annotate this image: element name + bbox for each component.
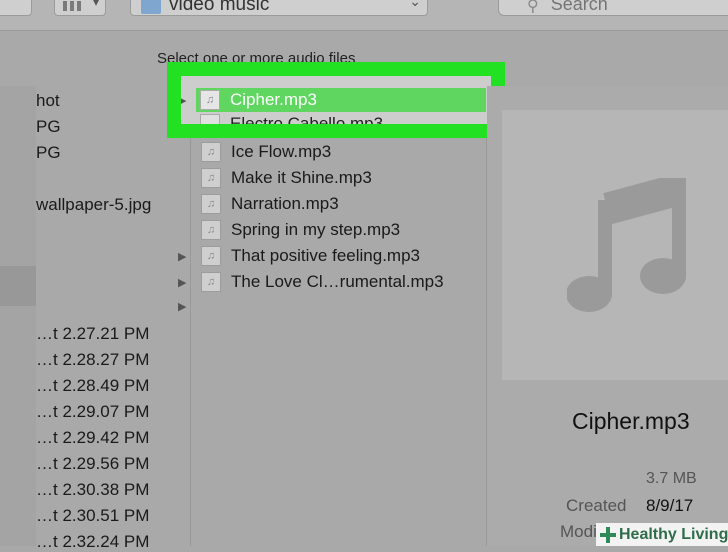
file-name: Make it Shine.mp3 [231, 168, 372, 187]
file-name: That positive feeling.mp3 [231, 246, 420, 265]
audio-file-icon: ♫ [201, 168, 221, 188]
audio-file-icon: ♫ [201, 194, 221, 214]
created-value: 8/9/17 [646, 496, 694, 515]
expand-arrow-icon[interactable]: ▶ [178, 250, 186, 263]
audio-file-icon: ♫ [201, 246, 221, 266]
chevron-updown-icon: ⌄ [409, 0, 421, 9]
file-row[interactable]: ▶ ♫ That positive feeling.mp3 [178, 244, 486, 268]
modified-label: Modi [560, 522, 597, 541]
watermark: Healthy Living [596, 523, 728, 546]
grid-view-icon [63, 1, 81, 11]
back-button[interactable] [0, 0, 32, 16]
list-item[interactable]: wallpaper-5.jpg [36, 195, 151, 215]
sidebar-selected-item[interactable] [0, 266, 36, 306]
list-item[interactable]: …t 2.30.51 PM [36, 506, 149, 526]
search-box[interactable]: ⚲ [498, 0, 728, 16]
file-row[interactable]: ▶ ♫ The Love Cl…rumental.mp3 [178, 270, 486, 294]
file-row[interactable]: ♫ Ice Flow.mp3 [196, 140, 486, 164]
list-item[interactable]: …t 2.29.07 PM [36, 402, 149, 422]
expand-arrow-icon[interactable]: ▶ [178, 276, 186, 289]
audio-file-icon: ♫ [201, 220, 221, 240]
list-item[interactable]: …t 2.30.38 PM [36, 480, 149, 500]
chevron-down-icon: ▾ [92, 0, 99, 9]
file-name: Spring in my step.mp3 [231, 220, 401, 239]
file-size: 3.7 MB [646, 470, 697, 487]
file-name: Narration.mp3 [231, 194, 339, 213]
sidebar [0, 86, 36, 546]
list-item[interactable]: …t 2.28.27 PM [36, 350, 149, 370]
list-item[interactable]: PG [36, 143, 61, 163]
view-mode-button[interactable]: ▾ [54, 0, 106, 16]
list-item[interactable]: …t 2.29.42 PM [36, 428, 149, 448]
file-row[interactable]: ♫ Make it Shine.mp3 [196, 166, 486, 190]
music-note-icon [567, 178, 686, 312]
location-label: video music [169, 0, 270, 15]
created-label: Created [566, 496, 627, 515]
file-name: The Love Cl…rumental.mp3 [231, 272, 444, 291]
watermark-text: Healthy Living [619, 525, 728, 543]
left-column: hot PG PG wallpaper-5.jpg …t 2.27.21 PM … [0, 86, 170, 551]
search-input[interactable] [548, 0, 693, 16]
list-item[interactable]: …t 2.32.24 PM [36, 532, 149, 552]
toolbar: ▾ video music ⌄ ⚲ [0, 0, 728, 31]
search-icon: ⚲ [527, 0, 539, 15]
file-name: Ice Flow.mp3 [231, 142, 332, 161]
column-divider[interactable] [190, 86, 191, 546]
preview-title: Cipher.mp3 [572, 408, 690, 434]
expand-arrow-icon[interactable]: ▶ [178, 300, 186, 313]
list-item[interactable]: …t 2.28.49 PM [36, 376, 149, 396]
list-item[interactable]: …t 2.27.21 PM [36, 324, 149, 344]
file-row[interactable]: ♫ Narration.mp3 [196, 192, 486, 216]
file-row[interactable]: ♫ Spring in my step.mp3 [196, 218, 486, 242]
plus-logo-icon [600, 526, 616, 543]
audio-file-icon: ♫ [201, 272, 221, 292]
list-item[interactable]: hot [36, 91, 60, 111]
location-select[interactable]: video music ⌄ [130, 0, 428, 16]
list-item[interactable]: PG [36, 117, 61, 137]
highlight-frame [167, 62, 505, 138]
audio-file-icon: ♫ [201, 142, 221, 162]
folder-icon [141, 0, 161, 14]
list-item[interactable]: …t 2.29.56 PM [36, 454, 149, 474]
